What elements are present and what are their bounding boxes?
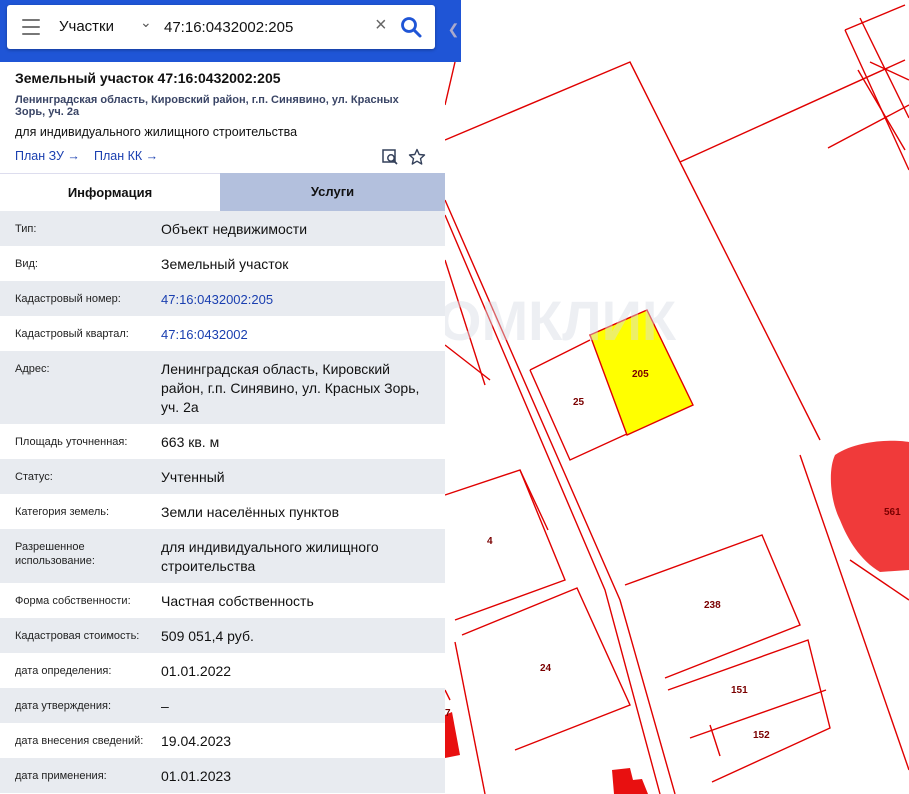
chevron-down-icon[interactable]: ⌄	[140, 14, 152, 31]
info-row: Кадастровый квартал: 47:16:0432002	[0, 316, 445, 351]
cadastral-quarter-link[interactable]: 47:16:0432002	[161, 325, 436, 344]
info-row: Кадастровая стоимость: 509 051,4 руб.	[0, 618, 445, 653]
parcel-info-panel: Земельный участок 47:16:0432002:205 Лени…	[0, 62, 445, 794]
info-label: Кадастровый квартал:	[15, 328, 129, 340]
info-row: Форма собственности: Частная собственнос…	[0, 583, 445, 618]
info-label: Статус:	[15, 471, 53, 483]
parcel-label-4[interactable]: 4	[487, 536, 493, 547]
clear-icon[interactable]: ×	[375, 14, 387, 37]
info-label: Кадастровая стоимость:	[15, 630, 140, 642]
info-row: Кадастровый номер: 47:16:0432002:205	[0, 281, 445, 316]
info-label: Вид:	[15, 258, 38, 270]
favorite-star-icon[interactable]	[408, 148, 426, 166]
search-category-select[interactable]: Участки	[59, 18, 114, 35]
info-label: Категория земель:	[15, 506, 110, 518]
search-bar: Участки ⌄ ×	[7, 5, 435, 49]
search-input[interactable]	[164, 14, 369, 40]
top-bar: Участки ⌄ × ❮	[0, 0, 461, 62]
info-value: Земельный участок	[161, 256, 289, 272]
parcel-label-25[interactable]: 25	[573, 397, 585, 408]
info-table: Тип: Объект недвижимости Вид: Земельный …	[0, 211, 445, 793]
info-value: –	[161, 698, 169, 714]
collapse-panel-icon[interactable]: ❮	[446, 14, 461, 44]
info-value: 663 кв. м	[161, 434, 220, 450]
panel-tabs: Информация Услуги	[0, 173, 445, 212]
plan-kk-link[interactable]: План КК →	[94, 149, 158, 163]
info-row: Тип: Объект недвижимости	[0, 211, 445, 246]
parcel-label-238[interactable]: 238	[704, 600, 721, 611]
info-row: Вид: Земельный участок	[0, 246, 445, 281]
info-label: Адрес:	[15, 363, 50, 375]
parcel-label-7[interactable]: 7	[445, 708, 451, 719]
info-label: дата утверждения:	[15, 700, 112, 712]
parcel-use: для индивидуального жилищного строительс…	[15, 125, 298, 139]
info-label: Форма собственности:	[15, 595, 131, 607]
map-search-icon[interactable]	[381, 148, 399, 166]
info-label: Тип:	[15, 223, 37, 235]
info-label: Площадь уточненная:	[15, 436, 128, 448]
info-row: Статус: Учтенный	[0, 459, 445, 494]
search-icon[interactable]	[399, 15, 423, 39]
info-row: Разрешенное использование: для индивидуа…	[0, 529, 445, 583]
info-label: Разрешенное использование:	[15, 541, 95, 567]
parcel-label-152[interactable]: 152	[753, 730, 770, 741]
info-value: Частная собственность	[161, 593, 314, 609]
info-label: Кадастровый номер:	[15, 293, 121, 305]
info-label: дата внесения сведений:	[15, 735, 144, 747]
info-value: 19.04.2023	[161, 733, 232, 749]
info-value: Объект недвижимости	[161, 221, 308, 237]
parcel-label-151[interactable]: 151	[731, 685, 748, 696]
plan-zu-link[interactable]: План ЗУ →	[15, 149, 80, 163]
info-value: 509 051,4 руб.	[161, 628, 254, 644]
parcel-label-24[interactable]: 24	[540, 663, 552, 674]
info-value: 01.01.2022	[161, 663, 232, 679]
info-label: дата применения:	[15, 770, 107, 782]
info-value: Ленинградская область, Кировский район, …	[161, 361, 420, 415]
parcel-title: Земельный участок 47:16:0432002:205	[15, 70, 281, 86]
info-value: для индивидуального жилищного строительс…	[161, 539, 379, 574]
cadastral-number-link[interactable]: 47:16:0432002:205	[161, 290, 436, 309]
info-row: Площадь уточненная: 663 кв. м	[0, 424, 445, 459]
info-label: дата определения:	[15, 665, 112, 677]
tab-services[interactable]: Услуги	[220, 173, 445, 211]
menu-icon[interactable]	[22, 19, 40, 35]
info-value: Учтенный	[161, 469, 225, 485]
info-row: дата утверждения: –	[0, 688, 445, 723]
info-row: Категория земель: Земли населённых пункт…	[0, 494, 445, 529]
info-row: дата определения: 01.01.2022	[0, 653, 445, 688]
info-row: дата внесения сведений: 19.04.2023	[0, 723, 445, 758]
tab-info[interactable]: Информация	[0, 173, 220, 212]
info-value: 01.01.2023	[161, 768, 232, 784]
info-row: Адрес: Ленинградская область, Кировский …	[0, 351, 445, 424]
info-value: Земли населённых пунктов	[161, 504, 340, 520]
parcel-label-561[interactable]: 561	[884, 507, 901, 518]
parcel-label-205[interactable]: 205	[632, 369, 649, 380]
parcel-address: Ленинградская область, Кировский район, …	[15, 94, 399, 118]
info-row: дата применения: 01.01.2023	[0, 758, 445, 793]
